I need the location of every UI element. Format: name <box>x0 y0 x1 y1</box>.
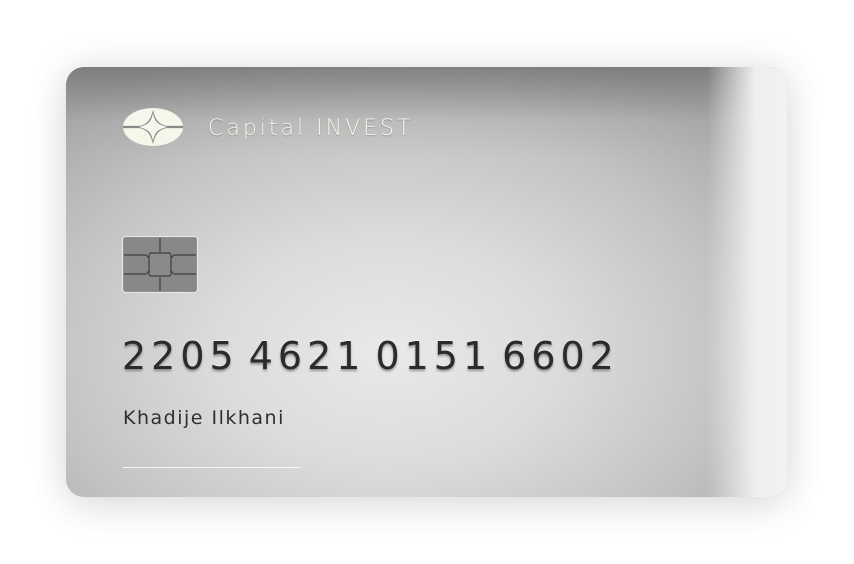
card-number-group-2: 4621 <box>248 334 366 378</box>
card-holder-name: Khadije Ilkhani <box>123 407 285 429</box>
card-right-strip <box>707 67 787 497</box>
signature-line <box>123 467 301 468</box>
page: Capital INVEST 2205 4621 0151 6602 Khadije … <box>0 0 854 564</box>
card-number-group-1: 2205 <box>122 334 239 378</box>
card-number-group-4: 6602 <box>502 334 619 378</box>
brand-name: Capital INVEST <box>208 116 414 141</box>
card-number: 2205 4621 0151 6602 <box>122 334 629 378</box>
card-number-group-3: 0151 <box>375 334 493 378</box>
emv-chip-icon <box>122 236 198 293</box>
capital-invest-logo-icon <box>123 108 183 146</box>
